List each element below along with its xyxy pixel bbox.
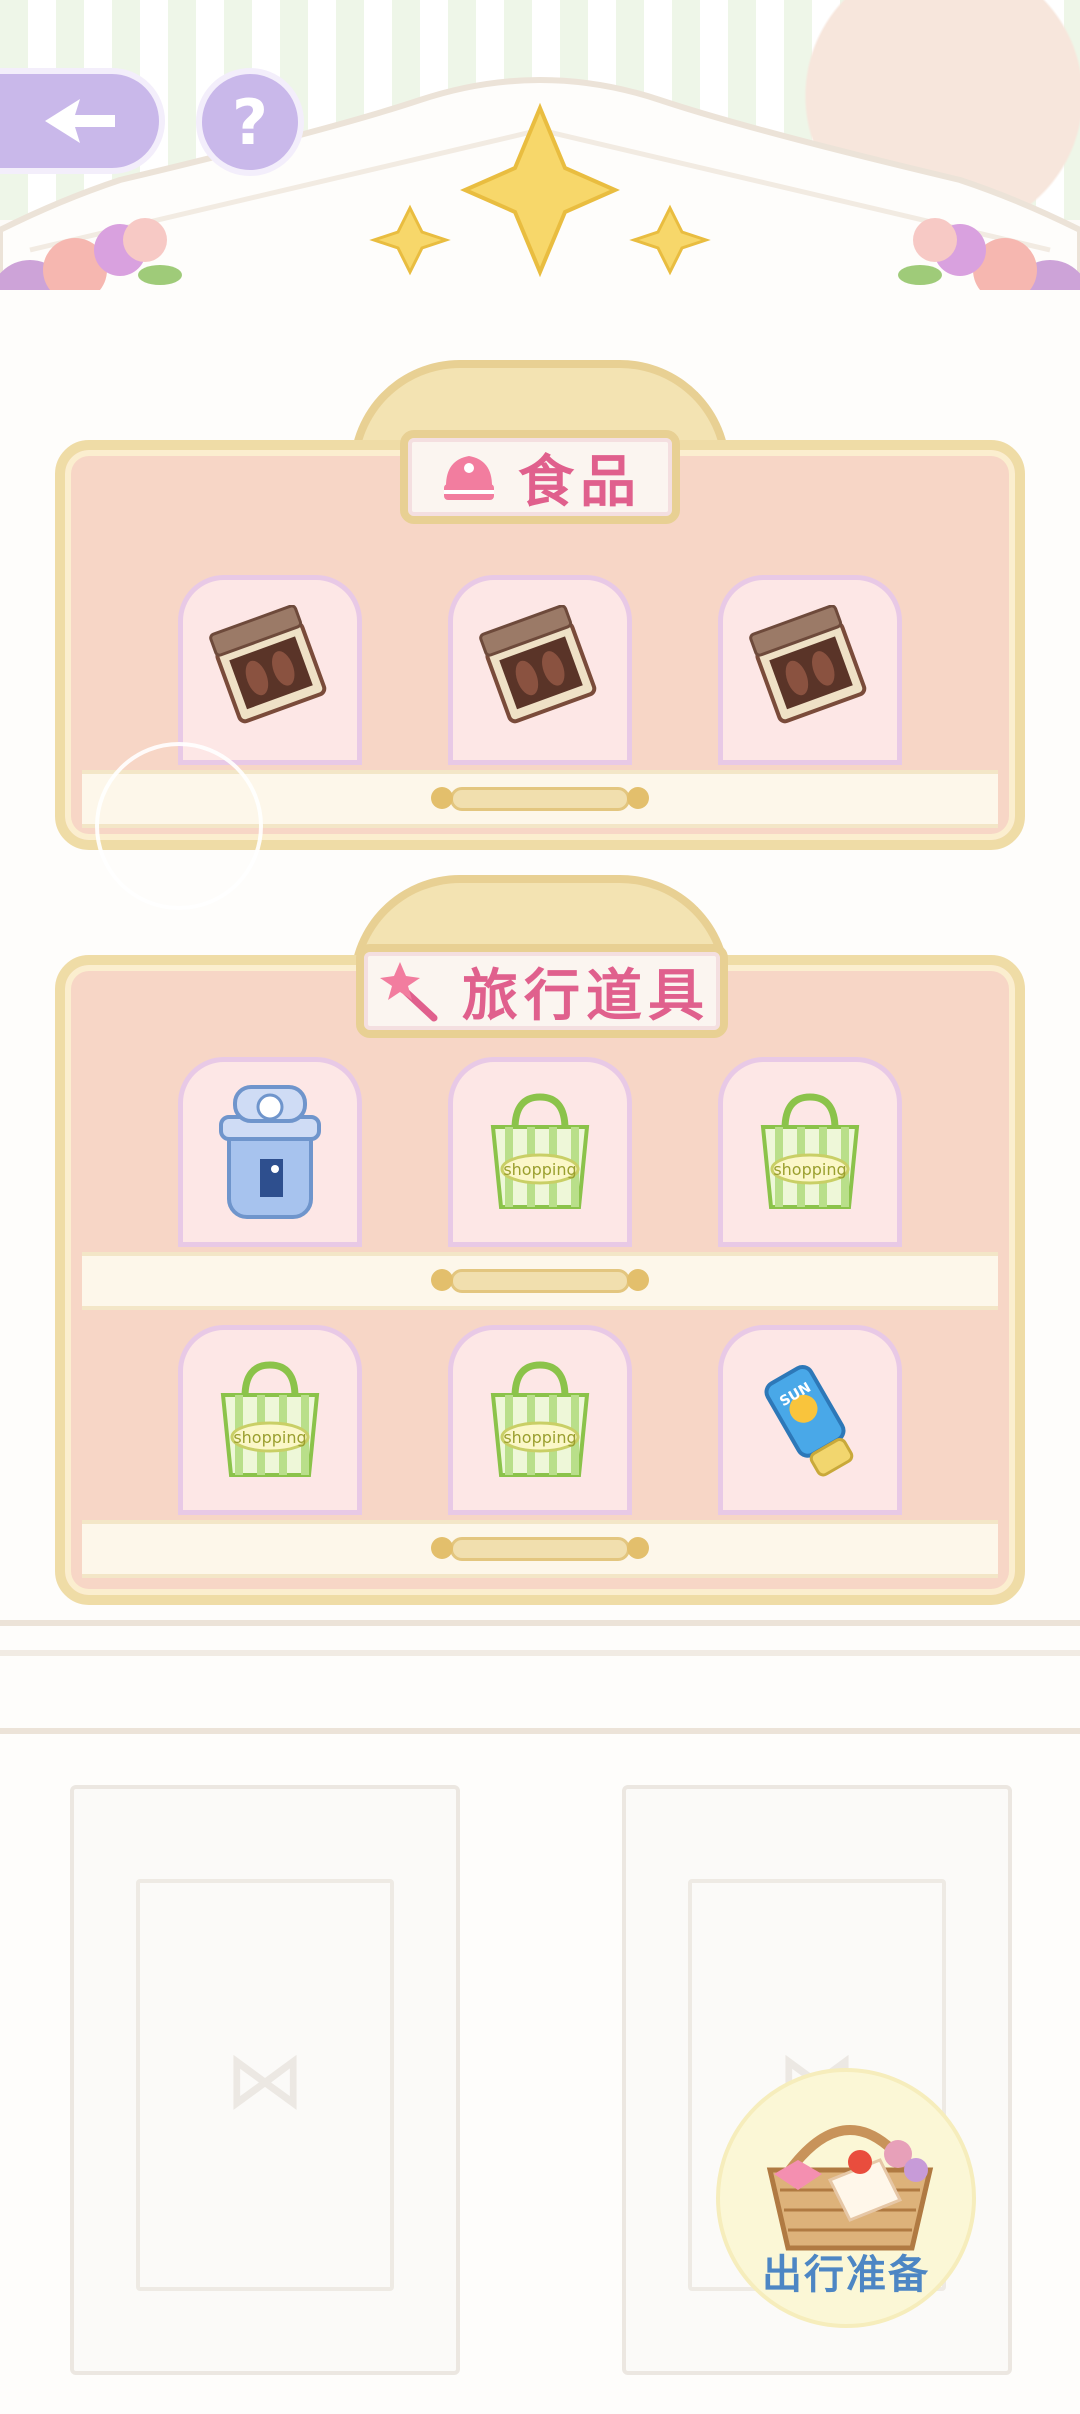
travel-item-slot[interactable] bbox=[178, 1057, 362, 1247]
travel-item-slot[interactable]: shopping bbox=[448, 1057, 632, 1247]
trip-prep-label: 出行准备 bbox=[762, 2252, 930, 2298]
picnic-basket-icon bbox=[766, 2125, 934, 2251]
chocolate-box-icon bbox=[749, 605, 867, 724]
chocolate-box-icon bbox=[209, 605, 327, 724]
shopping-bag-icon: shopping bbox=[760, 1093, 860, 1209]
shopping-label: shopping bbox=[233, 1428, 306, 1447]
cabinet-door-left[interactable]: ⋈ bbox=[70, 1785, 460, 2375]
shopping-bag-icon: shopping bbox=[220, 1361, 320, 1477]
shopping-label: shopping bbox=[773, 1160, 846, 1179]
bow-icon: ⋈ bbox=[225, 2033, 305, 2127]
travel-shelf-title: 旅行道具 bbox=[356, 944, 728, 1038]
magic-wand-icon bbox=[380, 962, 438, 1022]
travel-item-slot[interactable]: shopping bbox=[178, 1325, 362, 1515]
divider bbox=[0, 1620, 1080, 1626]
shopping-bag-icon: shopping bbox=[490, 1361, 590, 1477]
trip-prep-button[interactable]: 出行准备 bbox=[716, 2068, 976, 2328]
touch-indicator bbox=[95, 742, 263, 910]
help-button[interactable]: ? bbox=[196, 68, 304, 176]
shelf-rail bbox=[82, 1252, 998, 1310]
travel-item-slot[interactable]: shopping bbox=[718, 1057, 902, 1247]
shelf-handle bbox=[431, 1269, 649, 1293]
shelf-handle bbox=[431, 787, 649, 811]
back-arrow-icon bbox=[44, 99, 115, 143]
food-shelf-title: 食品 bbox=[400, 430, 680, 524]
food-item-slot[interactable] bbox=[718, 575, 902, 765]
sunscreen-tube-icon: SUN bbox=[764, 1364, 854, 1477]
divider bbox=[0, 1650, 1080, 1656]
divider bbox=[0, 1728, 1080, 1734]
travel-title: 旅行道具 bbox=[462, 962, 710, 1029]
food-title: 食品 bbox=[518, 448, 642, 515]
back-button[interactable] bbox=[0, 68, 165, 174]
water-bottle-icon bbox=[219, 1085, 321, 1219]
shelf-handle bbox=[431, 1537, 649, 1561]
shopping-bag-icon: shopping bbox=[490, 1093, 590, 1209]
travel-item-slot[interactable]: shopping bbox=[448, 1325, 632, 1515]
shopping-label: shopping bbox=[503, 1428, 576, 1447]
shelf-rail bbox=[82, 1520, 998, 1578]
shopping-label: shopping bbox=[503, 1160, 576, 1179]
chocolate-box-icon bbox=[479, 605, 597, 724]
food-item-slot[interactable] bbox=[448, 575, 632, 765]
travel-item-slot[interactable]: SUN bbox=[718, 1325, 902, 1515]
food-item-slot[interactable] bbox=[178, 575, 362, 765]
cake-icon bbox=[444, 456, 494, 500]
